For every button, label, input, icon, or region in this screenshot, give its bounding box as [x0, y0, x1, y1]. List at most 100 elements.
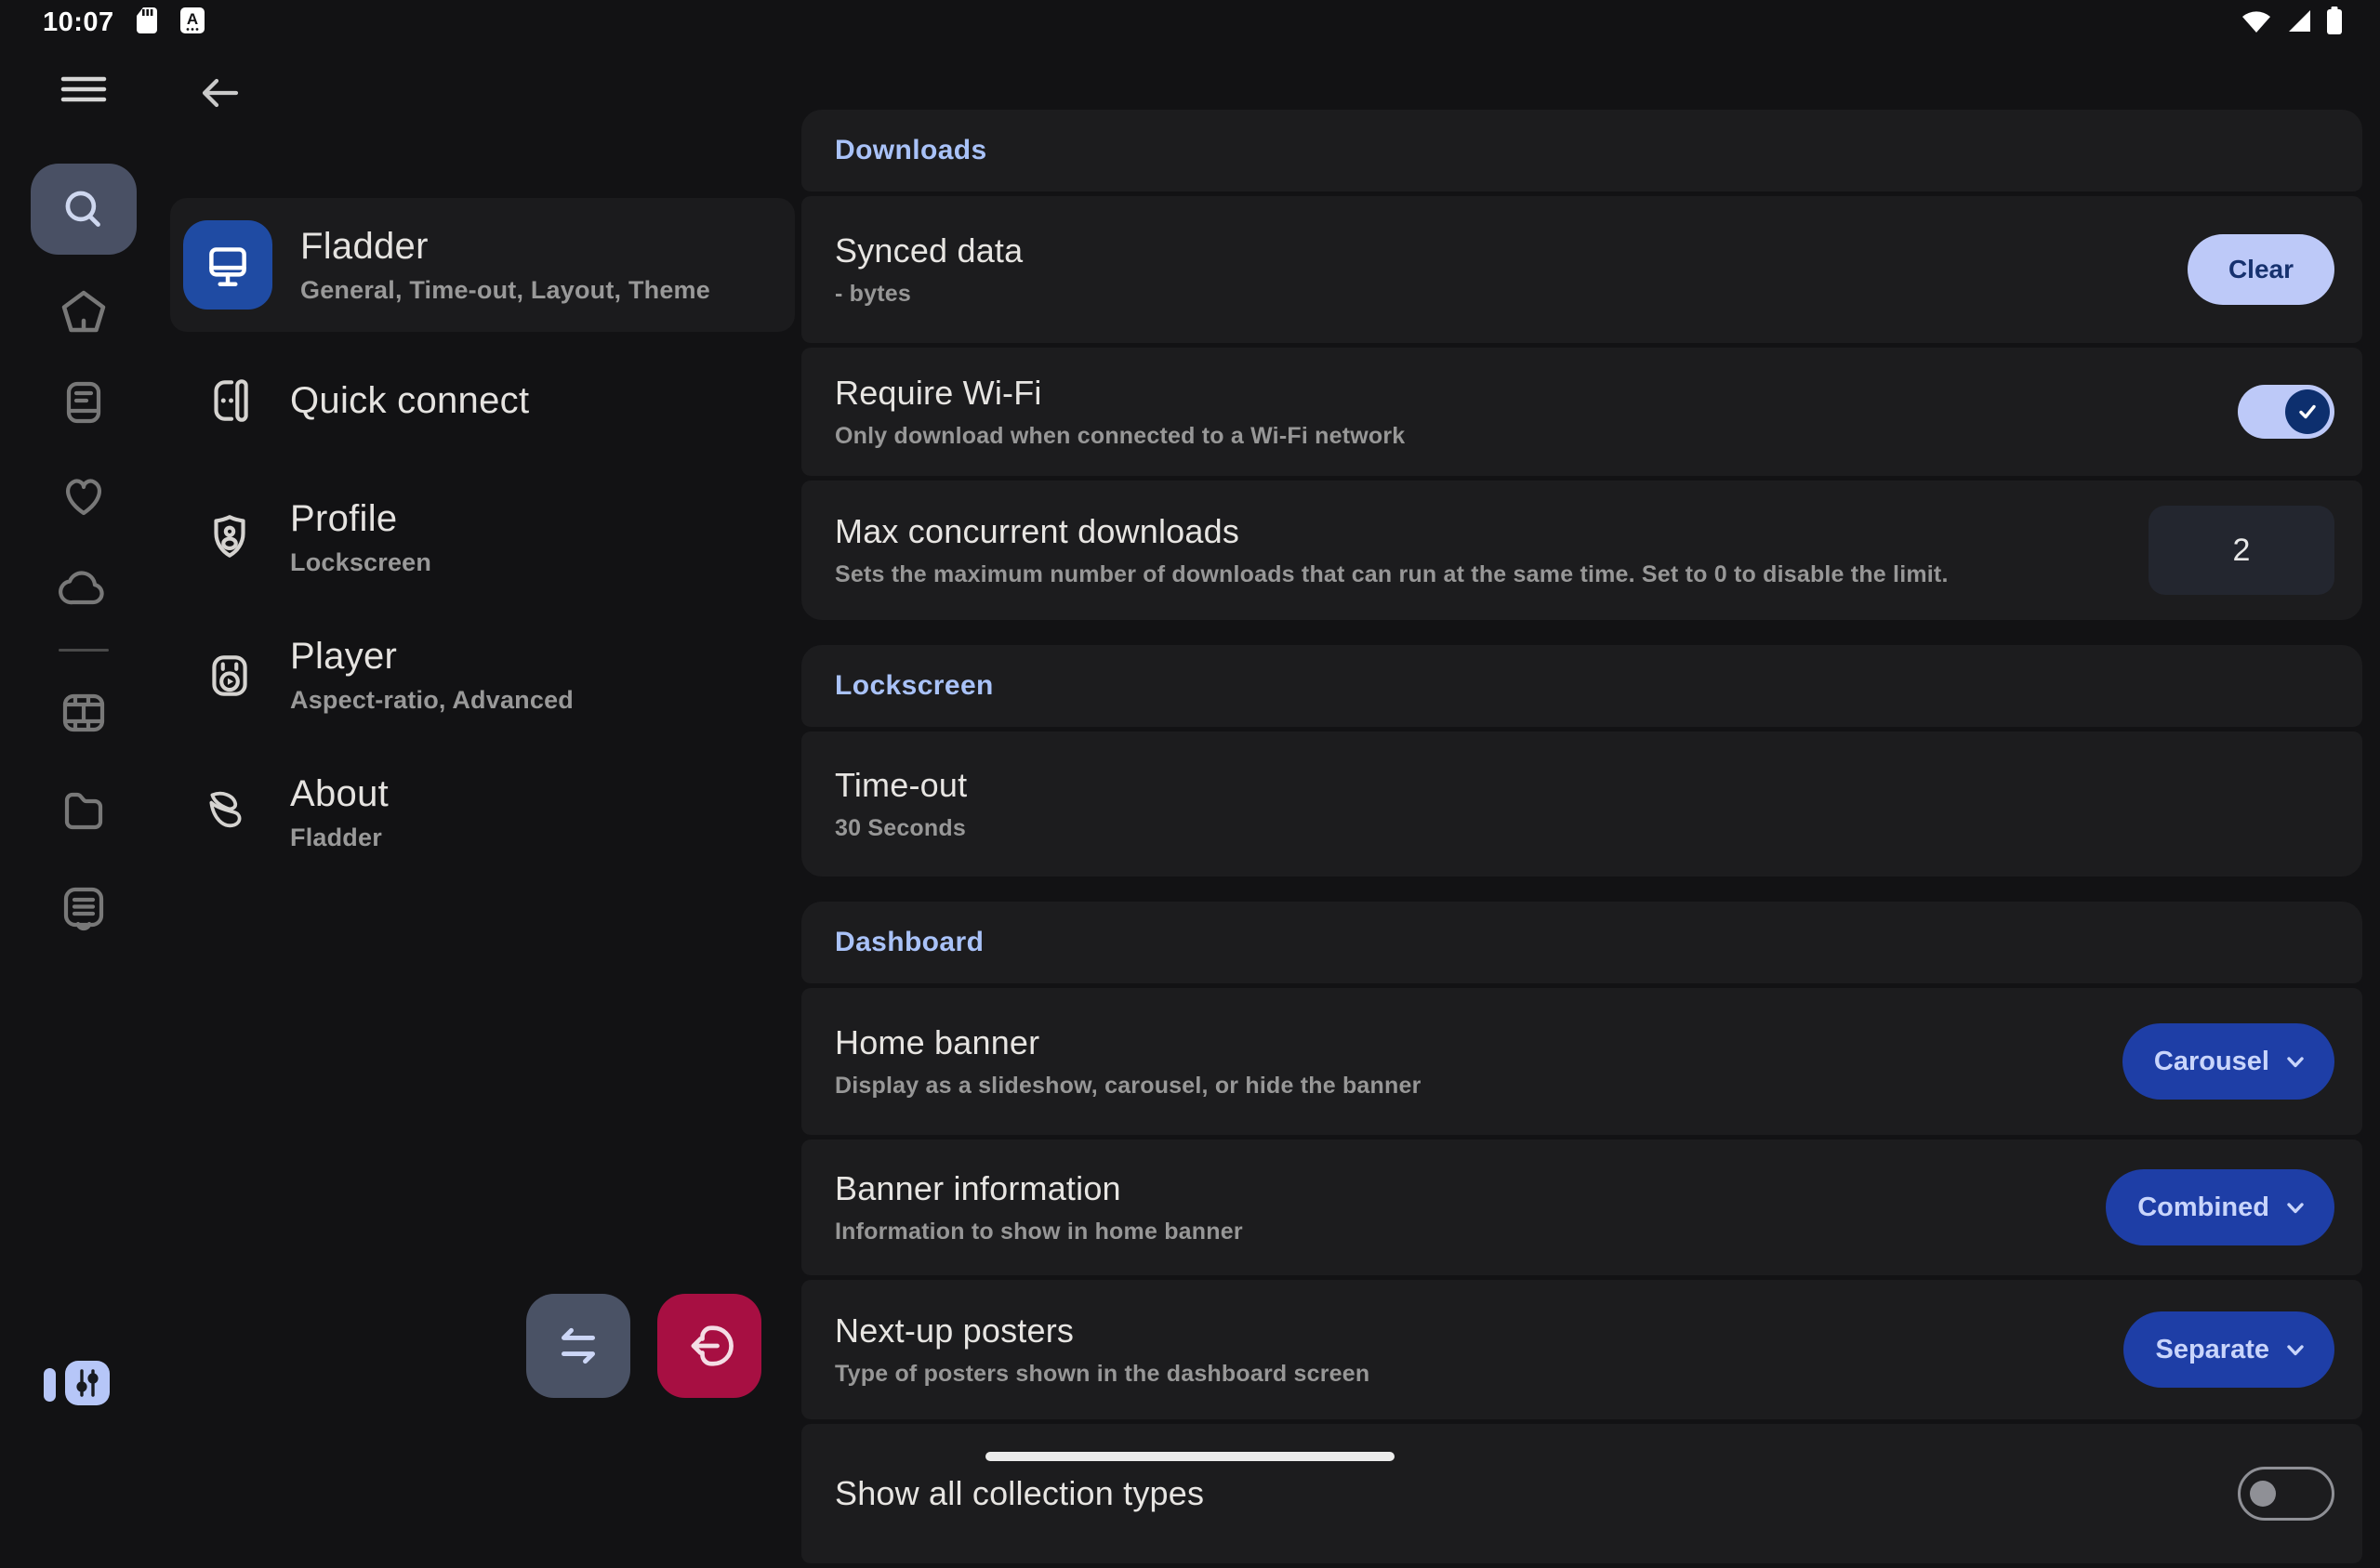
- rail-item-sync[interactable]: [58, 562, 110, 614]
- nav-item-about[interactable]: About Fladder: [170, 760, 795, 864]
- toggle-thumb: [2285, 389, 2330, 434]
- nav-item-text: Player Aspect-ratio, Advanced: [290, 636, 574, 715]
- nav-item-subtitle: Lockscreen: [290, 548, 431, 577]
- svg-text:A: A: [187, 10, 198, 28]
- row-title: Require Wi-Fi: [835, 374, 1405, 413]
- fladder-tile: [183, 220, 272, 310]
- menu-icon[interactable]: [58, 63, 110, 115]
- home-banner-dropdown[interactable]: Carousel: [2122, 1023, 2334, 1100]
- row-title: Max concurrent downloads: [835, 512, 1949, 551]
- film-icon: [58, 687, 110, 739]
- row-subtitle: Only download when connected to a Wi-Fi …: [835, 423, 1405, 450]
- settings-row-next-up-posters[interactable]: Next-up posters Type of posters shown in…: [801, 1280, 2362, 1419]
- rail-item-folders[interactable]: [58, 784, 110, 837]
- banner-information-dropdown[interactable]: Combined: [2106, 1169, 2334, 1245]
- switch-server-button[interactable]: [526, 1294, 630, 1398]
- section-header-dashboard: Dashboard: [801, 902, 2362, 983]
- settings-content: Downloads Synced data - bytes Clear Requ…: [801, 110, 2362, 1568]
- settings-row-banner-information[interactable]: Banner information Information to show i…: [801, 1140, 2362, 1275]
- settings-row-show-all-collection-types[interactable]: Show all collection types: [801, 1424, 2362, 1563]
- settings-row-home-banner[interactable]: Home banner Display as a slideshow, caro…: [801, 988, 2362, 1135]
- player-icon: [203, 648, 257, 702]
- nav-item-profile[interactable]: Profile Lockscreen: [170, 485, 795, 589]
- clock: 10:07: [43, 7, 114, 38]
- search-icon: [57, 182, 111, 236]
- logout-icon: [681, 1318, 737, 1374]
- show-all-collection-types-toggle[interactable]: [2238, 1467, 2334, 1521]
- section-header-label: Dashboard: [835, 927, 984, 958]
- settings-row-max-downloads[interactable]: Max concurrent downloads Sets the maximu…: [801, 481, 2362, 620]
- fladder-settings-screen: { "status_bar": { "time": "10:07" }, "co…: [0, 0, 2380, 1487]
- profile-shield-icon: [203, 510, 257, 564]
- row-subtitle: Information to show in home banner: [835, 1219, 1243, 1245]
- row-subtitle: Display as a slideshow, carousel, or hid…: [835, 1073, 1421, 1100]
- gesture-navigation-bar[interactable]: [985, 1452, 1395, 1461]
- display-icon: [201, 238, 255, 292]
- notification-app-icon: A: [179, 7, 205, 39]
- chevron-down-icon: [2284, 1196, 2307, 1219]
- wifi-icon: [2241, 7, 2272, 39]
- nav-item-fladder[interactable]: Fladder General, Time-out, Layout, Theme: [170, 198, 795, 332]
- taskbar-divider-pill: [44, 1368, 56, 1402]
- settings-row-synced-data[interactable]: Synced data - bytes Clear: [801, 196, 2362, 343]
- sliders-icon: [69, 1364, 106, 1402]
- fladder-logo-icon: [203, 785, 257, 839]
- nav-item-text: Quick connect: [290, 380, 529, 422]
- row-title: Show all collection types: [835, 1474, 1204, 1513]
- dropdown-value: Combined: [2137, 1192, 2269, 1223]
- nav-item-quick-connect[interactable]: Quick connect: [170, 361, 795, 441]
- row-text: Banner information Information to show i…: [835, 1169, 1243, 1245]
- row-text: Require Wi-Fi Only download when connect…: [835, 374, 1405, 450]
- row-title: Time-out: [835, 766, 967, 805]
- max-downloads-input[interactable]: 2: [2149, 506, 2334, 595]
- nav-item-title: Profile: [290, 498, 431, 540]
- home-icon: [58, 286, 110, 338]
- dropdown-value: Separate: [2155, 1335, 2269, 1365]
- row-subtitle: Sets the maximum number of downloads tha…: [835, 561, 1949, 588]
- require-wifi-toggle[interactable]: [2238, 385, 2334, 439]
- nav-item-title: Fladder: [300, 226, 710, 268]
- settings-row-require-wifi[interactable]: Require Wi-Fi Only download when connect…: [801, 348, 2362, 476]
- rail-item-home[interactable]: [58, 286, 110, 338]
- row-title: Next-up posters: [835, 1311, 1369, 1351]
- section-header-lockscreen: Lockscreen: [801, 645, 2362, 727]
- section-header-label: Downloads: [835, 135, 987, 166]
- status-bar: 10:07 A: [0, 0, 2380, 45]
- chevron-down-icon: [2284, 1050, 2307, 1073]
- row-subtitle: - bytes: [835, 281, 1023, 308]
- rail-item-collections[interactable]: [58, 881, 110, 933]
- nav-item-title: Player: [290, 636, 574, 678]
- section-header-label: Lockscreen: [835, 670, 994, 702]
- nav-item-player[interactable]: Player Aspect-ratio, Advanced: [170, 623, 795, 727]
- check-icon: [2294, 399, 2320, 425]
- archive-icon: [58, 881, 110, 933]
- row-text: Show all collection types: [835, 1474, 1204, 1513]
- next-up-posters-dropdown[interactable]: Separate: [2123, 1311, 2334, 1388]
- status-left: 10:07 A: [0, 6, 205, 40]
- equalizer-app-icon[interactable]: [65, 1361, 110, 1405]
- rail-item-favorites[interactable]: [58, 469, 110, 521]
- rail-item-library[interactable]: [58, 376, 110, 428]
- nav-item-title: About: [290, 773, 389, 815]
- heart-icon: [58, 469, 110, 521]
- settings-row-timeout[interactable]: Time-out 30 Seconds: [801, 731, 2362, 876]
- row-title: Home banner: [835, 1023, 1421, 1062]
- logout-button[interactable]: [657, 1294, 761, 1398]
- clear-button[interactable]: Clear: [2188, 234, 2334, 305]
- battery-icon: [2326, 6, 2343, 40]
- back-button[interactable]: [195, 69, 244, 117]
- row-subtitle: Type of posters shown in the dashboard s…: [835, 1361, 1369, 1388]
- nav-item-title: Quick connect: [290, 380, 529, 422]
- row-subtitle: 30 Seconds: [835, 815, 967, 842]
- toggle-thumb: [2250, 1481, 2276, 1507]
- rail-item-search[interactable]: [31, 164, 137, 255]
- rail-item-movies[interactable]: [58, 687, 110, 739]
- library-icon: [58, 376, 110, 428]
- quick-connect-icon: [203, 374, 257, 428]
- cloud-icon: [58, 562, 110, 614]
- row-text: Max concurrent downloads Sets the maximu…: [835, 512, 1949, 588]
- back-arrow-icon: [195, 69, 244, 117]
- section-header-downloads: Downloads: [801, 110, 2362, 191]
- dropdown-value: Carousel: [2154, 1047, 2269, 1077]
- row-title: Synced data: [835, 231, 1023, 270]
